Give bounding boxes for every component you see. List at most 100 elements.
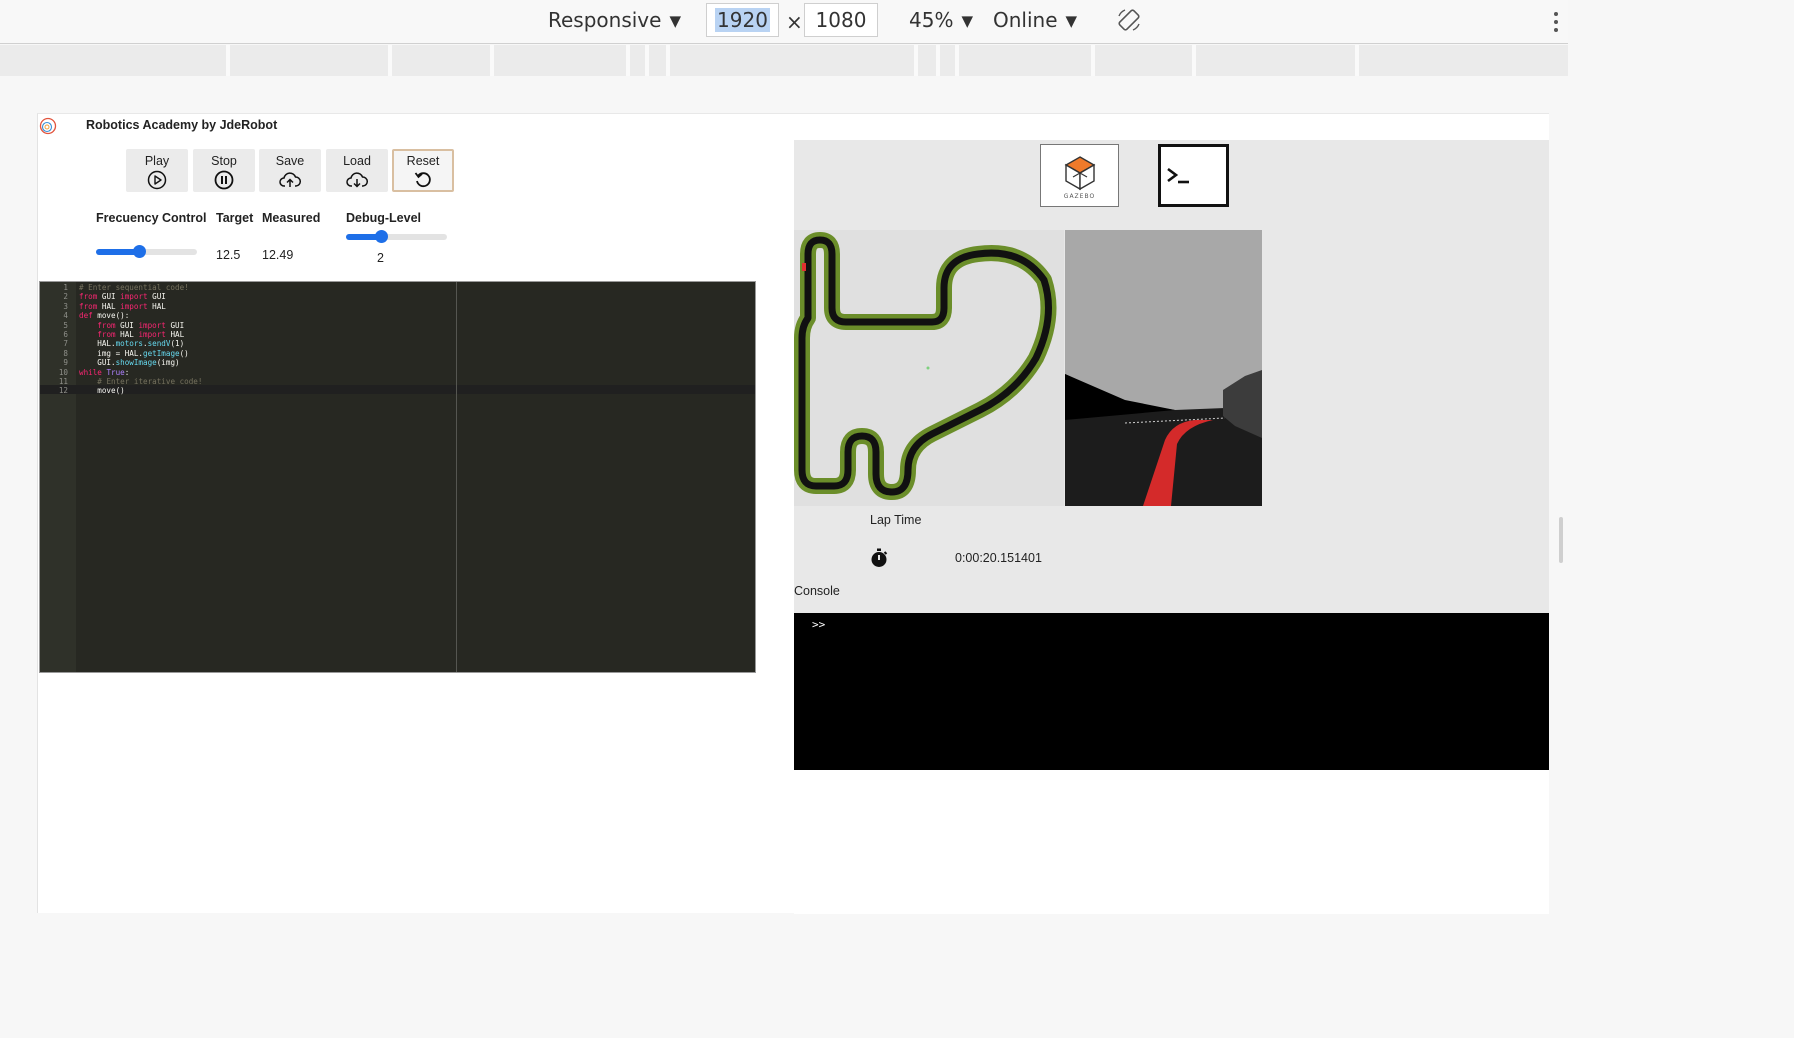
code-editor[interactable]: 1 2 3 4 5 6 7 8 9 10 11 12 # Enter sequential code! f…: [39, 281, 756, 673]
jderobot-logo-icon: [39, 117, 57, 135]
stop-button[interactable]: Stop: [193, 149, 255, 192]
console-label: Console: [794, 584, 840, 598]
circuit-map: [794, 230, 1064, 506]
play-icon: [147, 170, 167, 190]
code-token: GUI: [97, 292, 121, 302]
code-line: from HAL import HAL: [79, 302, 166, 311]
app-title: Robotics Academy by JdeRobot: [86, 118, 278, 132]
media-query-ruler[interactable]: [0, 45, 1568, 76]
code-token: (): [179, 348, 189, 358]
code-line: # Enter sequential code!: [79, 283, 189, 292]
code-token: HAL: [165, 330, 185, 339]
lap-time-label: Lap Time: [870, 513, 922, 527]
zoom-select[interactable]: 45% ▼: [909, 8, 973, 32]
terminal-icon: [1167, 167, 1189, 184]
code-token: # Enter sequential code!: [79, 283, 189, 292]
reset-button[interactable]: Reset: [392, 149, 454, 192]
height-input[interactable]: 1080: [804, 3, 878, 37]
code-token: GUI: [147, 292, 166, 302]
code-token: motors: [115, 339, 144, 349]
scrollbar-thumb[interactable]: [1559, 517, 1563, 563]
camera-view: [1065, 230, 1262, 506]
console-output[interactable]: >>: [794, 613, 1549, 770]
network-select[interactable]: Online ▼: [993, 8, 1077, 32]
width-value: 1920: [715, 8, 770, 32]
code-token: img = HAL.: [79, 348, 144, 358]
caret-down-icon: ▼: [1065, 12, 1078, 30]
rotate-icon[interactable]: [1116, 7, 1142, 33]
target-value: 12.5: [216, 248, 241, 262]
code-token: getImage: [143, 348, 180, 358]
code-line: from HAL import HAL: [79, 330, 184, 339]
times-separator: ×: [786, 10, 803, 34]
code-token: from: [79, 292, 98, 302]
code-token: GUI: [115, 320, 139, 330]
code-line: HAL.motors.sendV(1): [79, 339, 184, 348]
measured-value: 12.49: [262, 248, 294, 262]
terminal-button[interactable]: [1158, 144, 1229, 207]
code-token: GUI.: [79, 358, 116, 368]
target-label: Target: [216, 211, 254, 225]
caret-down-icon: ▼: [669, 12, 681, 30]
code-line: while True:: [79, 368, 129, 377]
frequency-slider-thumb[interactable]: [133, 245, 147, 258]
code-token: import: [138, 320, 166, 330]
gazebo-button[interactable]: GAZEBO: [1040, 144, 1119, 207]
code-token: GUI: [165, 320, 185, 330]
code-token: from: [97, 330, 116, 339]
code-line: # Enter iterative code!: [79, 377, 202, 386]
app-page: Robotics Academy by JdeRobot Play Stop S…: [37, 113, 1549, 914]
cloud-upload-icon: [279, 172, 301, 187]
code-token: move():: [92, 311, 130, 321]
line-number: 12: [58, 386, 68, 396]
code-line: def move():: [79, 311, 129, 320]
network-label: Online: [993, 8, 1058, 32]
line-number: 4: [63, 311, 68, 321]
gazebo-label: GAZEBO: [1063, 193, 1096, 200]
line-number: 11: [58, 377, 68, 386]
line-number: 9: [63, 358, 68, 368]
debug-slider-thumb[interactable]: [375, 230, 389, 243]
active-line-highlight: [40, 385, 755, 395]
width-input[interactable]: 1920: [706, 3, 779, 37]
more-vertical-icon[interactable]: [1552, 9, 1560, 35]
lap-time-value: 0:00:20.151401: [955, 551, 1042, 565]
code-token: (1): [170, 339, 185, 349]
cloud-download-icon: [346, 172, 368, 188]
frequency-control-label: Frecuency Control: [96, 211, 207, 225]
play-label: Play: [144, 154, 170, 168]
print-margin: [456, 282, 457, 672]
code-token: sendV: [147, 339, 171, 349]
device-select[interactable]: Responsive ▼: [548, 8, 681, 32]
code-line: GUI.showImage(img): [79, 358, 179, 368]
code-token: :: [124, 367, 130, 377]
reset-label: Reset: [406, 154, 440, 168]
code-token: showImage: [115, 358, 157, 368]
code-line: from GUI import GUI: [79, 292, 166, 301]
debug-level-slider[interactable]: [346, 230, 447, 243]
line-number: 8: [63, 348, 68, 358]
debug-level-value: 2: [377, 251, 384, 265]
line-number: 2: [63, 292, 68, 302]
load-button[interactable]: Load: [326, 149, 388, 192]
pause-icon: [214, 170, 234, 190]
device-label: Responsive: [548, 8, 662, 32]
zoom-label: 45%: [909, 8, 954, 32]
frequency-slider[interactable]: [96, 245, 197, 258]
gazebo-icon: [1064, 156, 1096, 191]
code-token: from: [97, 320, 116, 330]
code-token: HAL: [115, 330, 139, 339]
code-line: img = HAL.getImage(): [79, 348, 189, 358]
code-token: import: [138, 330, 166, 339]
debug-level-label: Debug-Level: [346, 211, 422, 225]
line-number: 10: [58, 367, 68, 377]
code-token: while: [79, 367, 102, 377]
stop-label: Stop: [211, 154, 237, 168]
play-button[interactable]: Play: [126, 149, 188, 192]
caret-down-icon: ▼: [961, 12, 973, 30]
simulation-panel: GAZEBO Lap Time 0:00:20.151401 Console >…: [794, 140, 1549, 914]
reset-icon: [414, 172, 431, 188]
save-button[interactable]: Save: [259, 149, 321, 192]
code-token: import: [120, 292, 148, 302]
